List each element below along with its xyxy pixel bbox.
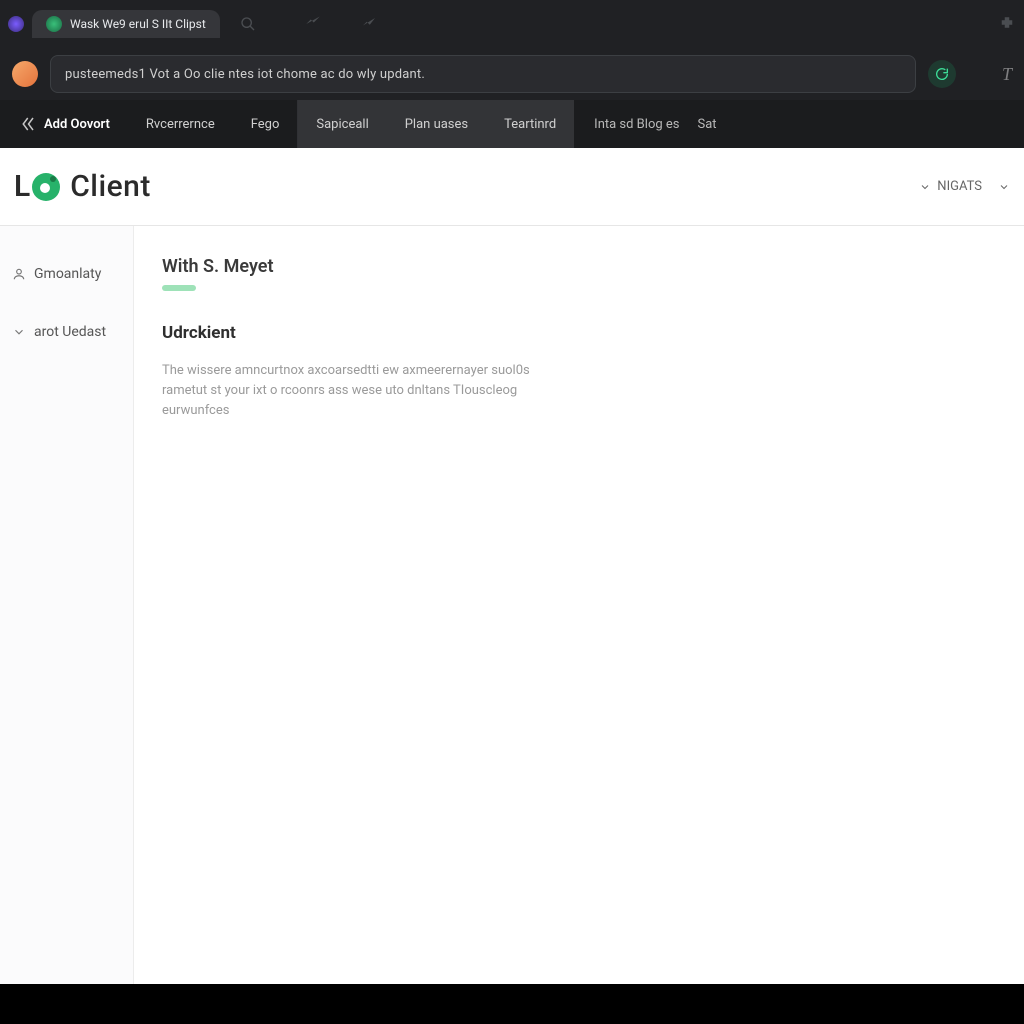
nav-right-2[interactable]: Sat [698,117,717,132]
header-right: NIGATS [919,179,1010,194]
sidebar-item-label: arot Uedast [34,324,106,340]
browser-tab-active[interactable]: Wask We9 erul S IIt Clipst [32,10,220,38]
app-header: L Client NIGATS [0,148,1024,226]
sidebar-item-label: Gmoanlaty [34,266,101,282]
header-dropdown-1[interactable]: NIGATS [919,179,982,194]
sidebar-item-1[interactable]: arot Uedast [0,314,133,350]
header-dropdown-2[interactable] [998,181,1010,193]
nav-item-4[interactable]: Plan uases [387,100,486,148]
browser-address-row: pusteemeds1 Vot a Oo clie ntes iot chome… [0,48,1024,100]
header-dropdown-1-label: NIGATS [937,179,982,194]
nav-primary-icon [18,115,36,133]
address-bar[interactable]: pusteemeds1 Vot a Oo clie ntes iot chome… [50,55,916,93]
chevron-down-icon [12,325,26,339]
app-nav: Add Oovort Rvcerrernce Fego Sapiceall Pl… [0,100,1024,148]
user-icon [12,267,26,281]
window-favicon [8,16,24,32]
nav-primary[interactable]: Add Oovort [0,100,128,148]
brand-name: Client [70,169,151,204]
page-title: With S. Meyet [162,256,996,277]
nav-item-2[interactable]: Fego [233,100,298,148]
nav-item-3[interactable]: Sapiceall [298,100,386,148]
pinned-tab-icon-1[interactable] [304,15,322,33]
brand[interactable]: L Client [14,169,151,204]
tab-favicon [46,16,62,32]
reload-icon[interactable] [928,60,956,88]
nav-right-1[interactable]: Inta sd Blog es [594,117,679,132]
sidebar-item-0[interactable]: Gmoanlaty [0,256,133,292]
share-icon[interactable] [968,63,990,85]
browser-tab-strip: Wask We9 erul S IIt Clipst [0,0,1024,48]
nav-item-1[interactable]: Rvcerrernce [128,100,233,148]
nav-item-5[interactable]: Teartinrd [486,100,574,148]
profile-avatar[interactable] [12,61,38,87]
brand-logo-dot [32,173,60,201]
section-body: The wissere amncurtnox axcoarsedtti ew a… [162,361,572,421]
brand-letter-l: L [14,169,30,204]
app-body: Gmoanlaty arot Uedast With S. Meyet Udrc… [0,226,1024,984]
content-area: With S. Meyet Udrckient The wissere amnc… [134,226,1024,984]
address-text: pusteemeds1 Vot a Oo clie ntes iot chome… [65,67,425,82]
title-accent [162,285,196,291]
menu-icon[interactable]: T [1002,64,1012,85]
tab-title: Wask We9 erul S IIt Clipst [70,17,206,31]
tab-search-icon[interactable] [240,16,256,32]
nav-right-group: Inta sd Blog es Sat [594,100,716,148]
extensions-icon[interactable] [998,15,1016,33]
footer-bar [0,984,1024,1024]
section-title: Udrckient [162,323,996,343]
sidebar: Gmoanlaty arot Uedast [0,226,134,984]
nav-primary-label: Add Oovort [44,117,110,132]
brand-mark: L [14,169,62,204]
pinned-tab-icon-2[interactable] [360,15,378,33]
